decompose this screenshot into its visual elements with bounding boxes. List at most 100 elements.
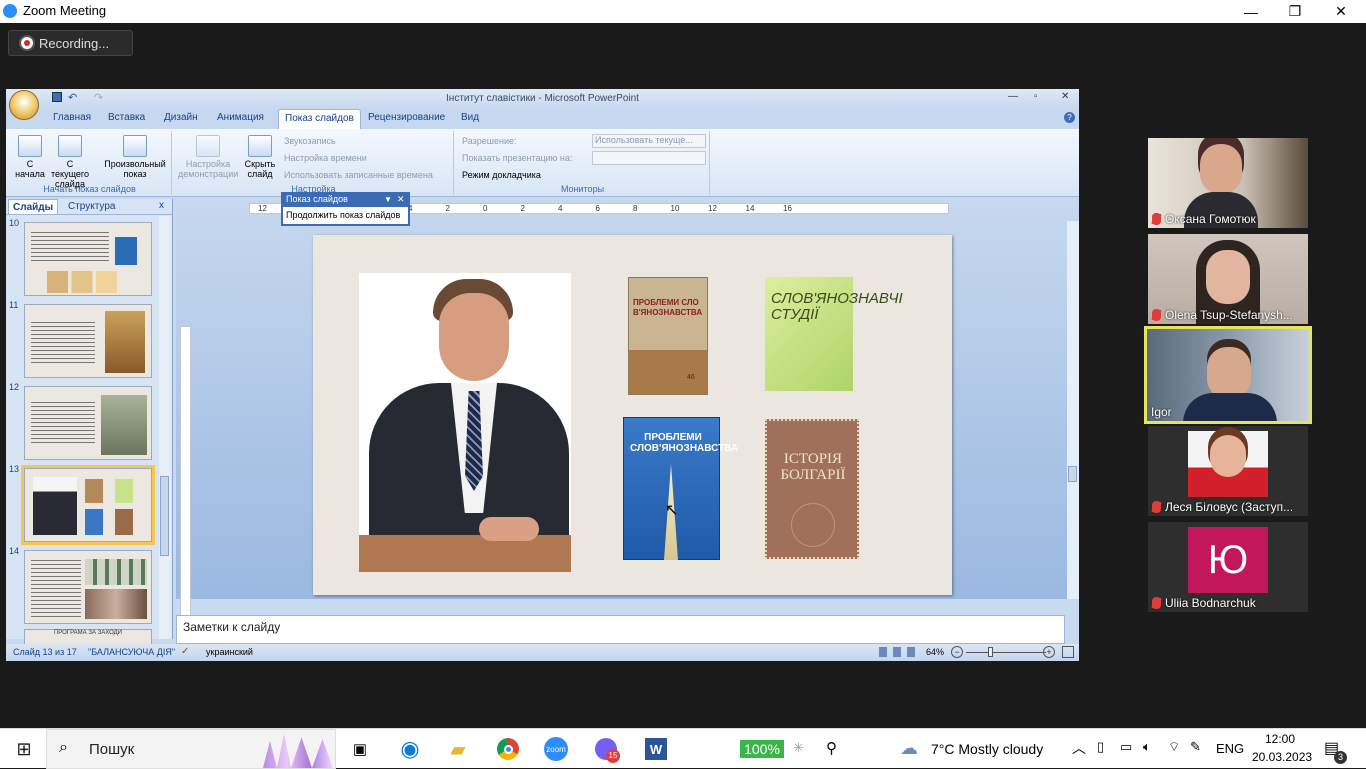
volume-icon[interactable]: 🔈︎ bbox=[1143, 739, 1151, 755]
device-icon[interactable]: ▯ bbox=[1097, 739, 1104, 755]
use-timings-checkbox[interactable]: Использовать записанные времена bbox=[284, 170, 433, 180]
undo-icon[interactable]: ↶ bbox=[68, 91, 77, 104]
monitors-group: Разрешение: Использовать текуще... Показ… bbox=[456, 131, 710, 195]
setup-group: Настройка демонстрации Скрыть слайд Звук… bbox=[174, 131, 454, 195]
play-slide-icon bbox=[18, 135, 42, 157]
editor-scrollbar[interactable] bbox=[1067, 221, 1079, 599]
input-language[interactable]: ENG bbox=[1216, 741, 1244, 756]
hide-slide-button[interactable]: Скрыть слайд bbox=[242, 135, 278, 179]
tab-outline[interactable]: Структура bbox=[68, 201, 115, 212]
search-box[interactable]: ⌕ Пошук bbox=[46, 729, 336, 769]
minimize-button[interactable]: — bbox=[1228, 0, 1274, 23]
ppt-close-icon[interactable]: ✕ bbox=[1061, 91, 1069, 102]
notification-count: 3 bbox=[1334, 751, 1347, 764]
record-narration[interactable]: Звукозапись bbox=[284, 136, 336, 146]
ppt-minimize-icon[interactable]: — bbox=[1008, 91, 1018, 102]
zoom-level[interactable]: 64% bbox=[926, 647, 944, 657]
resolution-select[interactable]: Использовать текуще... bbox=[592, 134, 706, 148]
tab-insert[interactable]: Вставка bbox=[108, 112, 145, 123]
show-on-label: Показать презентацию на: bbox=[462, 153, 573, 163]
tab-animation[interactable]: Анимация bbox=[217, 112, 264, 123]
tab-home[interactable]: Главная bbox=[53, 112, 91, 123]
slide-thumbnail-14[interactable] bbox=[24, 550, 152, 624]
participant-tile[interactable]: Леся Біловус (Заступ... bbox=[1148, 426, 1308, 516]
zoom-out-icon[interactable]: − bbox=[951, 646, 963, 658]
help-icon[interactable]: ? bbox=[1064, 112, 1075, 123]
word-icon[interactable]: W bbox=[642, 737, 670, 761]
participant-name: Леся Біловус (Заступ... bbox=[1152, 500, 1293, 514]
slide-counter: Слайд 13 из 17 bbox=[13, 647, 77, 657]
tab-design[interactable]: Дизайн bbox=[164, 112, 198, 123]
notes-pane[interactable]: Заметки к слайду bbox=[176, 615, 1065, 644]
viber-icon[interactable]: 15 bbox=[592, 737, 620, 763]
group-label: Мониторы bbox=[560, 184, 605, 194]
toolbar-close-icon[interactable]: ✕ bbox=[397, 194, 405, 205]
close-pane-icon[interactable]: x bbox=[159, 200, 164, 211]
window-title: Zoom Meeting bbox=[23, 3, 107, 18]
thumb-number: 11 bbox=[9, 300, 19, 310]
zoom-slider-thumb[interactable] bbox=[988, 647, 993, 657]
fit-window-icon[interactable] bbox=[1062, 646, 1074, 658]
edge-icon[interactable]: ◉ bbox=[396, 736, 424, 761]
chrome-icon[interactable] bbox=[494, 737, 522, 761]
view-buttons[interactable] bbox=[879, 647, 919, 657]
custom-show-button[interactable]: Произвольный показ bbox=[102, 135, 168, 179]
tab-slides[interactable]: Слайды bbox=[8, 199, 59, 215]
recording-indicator[interactable]: Recording... bbox=[8, 30, 133, 56]
close-button[interactable]: ✕ bbox=[1318, 0, 1364, 23]
spellcheck-icon[interactable]: ✓ bbox=[181, 646, 189, 657]
rehearse-timings[interactable]: Настройка времени bbox=[284, 153, 367, 163]
weather-icon[interactable]: ☁ bbox=[900, 738, 918, 759]
zoom-slider[interactable] bbox=[966, 652, 1046, 653]
chevron-up-icon[interactable]: ︿ bbox=[1072, 738, 1086, 758]
wifi-icon[interactable]: ⌔ bbox=[1168, 739, 1180, 755]
dropdown-icon[interactable]: ▼ bbox=[384, 195, 392, 204]
task-view-icon[interactable]: ▣ bbox=[346, 737, 374, 761]
battery-indicator[interactable]: 100% bbox=[740, 740, 784, 758]
people-icon[interactable]: ⚲ bbox=[826, 739, 837, 757]
pen-icon[interactable]: ✎ bbox=[1190, 739, 1201, 755]
presenter-view-checkbox[interactable]: Режим докладчика bbox=[462, 170, 541, 180]
participant-tile[interactable]: Оксана Гомотюк bbox=[1148, 138, 1308, 228]
display-icon[interactable]: ▭ bbox=[1120, 739, 1132, 755]
book-cover-1: ПРОБЛЕМИ СЛОВ'ЯНОЗНАВСТВА 46 bbox=[628, 277, 708, 395]
file-explorer-icon[interactable]: ▰ bbox=[444, 737, 472, 761]
redo-icon[interactable]: ↷ bbox=[94, 91, 103, 104]
tab-slideshow[interactable]: Показ слайдов bbox=[278, 109, 361, 129]
windows-start-icon[interactable]: ⊞ bbox=[10, 737, 38, 761]
participant-tile-active-speaker[interactable]: Igor bbox=[1144, 326, 1312, 424]
slide-thumbnail-12[interactable] bbox=[24, 386, 152, 460]
pane-scrollbar[interactable] bbox=[159, 216, 171, 639]
participant-name: Оксана Гомотюк bbox=[1152, 212, 1256, 226]
start-slideshow-group: С начала С текущего слайда Произвольный … bbox=[8, 131, 172, 195]
language-indicator[interactable]: украинский bbox=[206, 647, 253, 657]
office-button[interactable] bbox=[9, 90, 39, 120]
participant-tile[interactable]: Olena Tsup-Stefanysh... bbox=[1148, 234, 1308, 324]
participant-tile[interactable]: Ю Uliia Bodnarchuk bbox=[1148, 522, 1308, 612]
resume-slideshow-button[interactable]: Продолжить показ слайдов bbox=[286, 210, 400, 220]
search-icon: ⌕ bbox=[59, 739, 68, 756]
ppt-restore-icon[interactable]: ▫ bbox=[1034, 91, 1038, 102]
participant-name: Igor bbox=[1151, 405, 1172, 419]
from-current-button[interactable]: С текущего слайда bbox=[48, 135, 92, 189]
slide-thumbnail-10[interactable] bbox=[24, 222, 152, 296]
slide-thumbnail-13[interactable] bbox=[21, 465, 155, 545]
ruler-tick-label: 14 bbox=[745, 204, 755, 213]
tab-view[interactable]: Вид bbox=[461, 112, 479, 123]
zoom-in-icon[interactable]: + bbox=[1043, 646, 1055, 658]
show-on-select[interactable] bbox=[592, 151, 706, 165]
save-icon[interactable] bbox=[52, 92, 62, 102]
thumb-number: 10 bbox=[9, 218, 20, 228]
slide-thumbnail-11[interactable] bbox=[24, 304, 152, 378]
clock-date[interactable]: 20.03.2023 bbox=[1252, 750, 1312, 764]
weather-text[interactable]: 7°C Mostly cloudy bbox=[931, 741, 1043, 757]
zoom-app-icon[interactable]: zoom bbox=[542, 737, 570, 761]
windows-taskbar: ⊞ ⌕ Пошук ▣ ◉ ▰ zoom 15 W 100% ✳ ⚲ ☁ 7°C… bbox=[0, 728, 1366, 769]
tab-review[interactable]: Рецензирование bbox=[368, 112, 445, 123]
setup-show-button[interactable]: Настройка демонстрации bbox=[178, 135, 238, 179]
clock-time[interactable]: 12:00 bbox=[1265, 732, 1295, 746]
resolution-label: Разрешение: bbox=[462, 136, 517, 146]
from-beginning-button[interactable]: С начала bbox=[11, 135, 49, 179]
ppt-window-title: Інститут славістики - Microsoft PowerPoi… bbox=[446, 93, 639, 104]
restore-button[interactable]: ❐ bbox=[1272, 0, 1318, 23]
